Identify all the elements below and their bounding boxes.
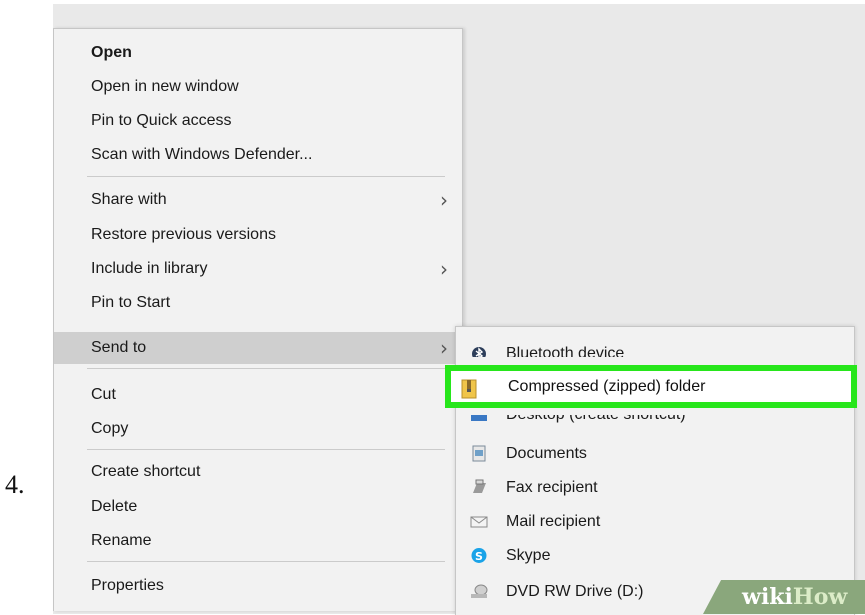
- menu-item-rename[interactable]: Rename: [54, 525, 462, 557]
- menu-separator: [87, 176, 445, 177]
- menu-item-pin-start[interactable]: Pin to Start: [54, 287, 462, 319]
- chevron-right-icon: ›: [440, 188, 448, 212]
- step-number: 4.: [5, 470, 25, 499]
- submenu-item-mail[interactable]: Mail recipient: [456, 505, 854, 538]
- menu-item-cut[interactable]: Cut: [54, 379, 462, 411]
- menu-item-restore-versions[interactable]: Restore previous versions: [54, 219, 462, 251]
- highlight-box-compressed-folder[interactable]: Compressed (zipped) folder: [445, 365, 857, 408]
- menu-item-open-new-window[interactable]: Open in new window: [54, 71, 462, 103]
- menu-separator: [87, 449, 445, 450]
- documents-icon: [472, 445, 486, 462]
- compressed-folder-label: Compressed (zipped) folder: [508, 378, 706, 395]
- chevron-right-icon: ›: [440, 257, 448, 281]
- submenu-item-documents[interactable]: Documents: [456, 437, 854, 470]
- zip-folder-icon: [461, 379, 477, 399]
- menu-item-delete[interactable]: Delete: [54, 491, 462, 523]
- skype-icon: S: [471, 548, 487, 563]
- wikihow-watermark: wikiHow: [742, 584, 848, 610]
- submenu-item-skype[interactable]: S Skype: [456, 539, 854, 572]
- desktop-icon: [471, 415, 487, 421]
- menu-item-include-library[interactable]: Include in library ›: [54, 253, 462, 285]
- dvd-drive-icon: [471, 584, 488, 598]
- menu-item-send-to[interactable]: Send to ›: [54, 332, 462, 364]
- svg-text:S: S: [475, 550, 483, 563]
- menu-item-create-shortcut[interactable]: Create shortcut: [54, 456, 462, 488]
- menu-item-properties[interactable]: Properties: [54, 570, 462, 602]
- submenu-item-fax[interactable]: Fax recipient: [456, 471, 854, 504]
- submenu-item-desktop-shortcut[interactable]: Desktop (create shortcut): [456, 415, 854, 431]
- menu-item-share-with[interactable]: Share with ›: [54, 184, 462, 216]
- menu-item-scan-defender[interactable]: Scan with Windows Defender...: [54, 139, 462, 171]
- context-menu: Open Open in new window Pin to Quick acc…: [53, 28, 463, 611]
- menu-item-open[interactable]: Open: [54, 37, 462, 69]
- menu-separator: [87, 368, 445, 369]
- fax-icon: [473, 479, 486, 493]
- menu-item-copy[interactable]: Copy: [54, 413, 462, 445]
- menu-separator: [87, 561, 445, 562]
- chevron-right-icon: ›: [440, 336, 448, 360]
- menu-item-pin-quick-access[interactable]: Pin to Quick access: [54, 105, 462, 137]
- mail-icon: [470, 516, 488, 528]
